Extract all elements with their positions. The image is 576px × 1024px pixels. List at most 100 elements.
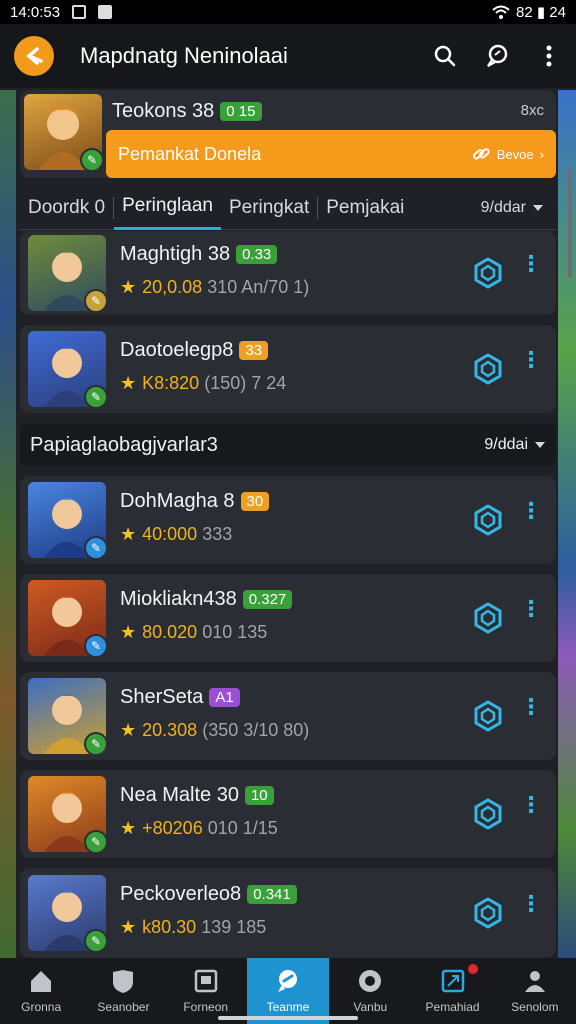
player-row[interactable]: ✎ DohMagha 8 30 ★ 40:000 333 ⋮ [20,476,556,564]
tab-label: Pemjakai [326,196,405,218]
status-time: 14:0:53 [10,3,61,21]
player-name-row: Maghtigh 38 0.33 [120,243,278,266]
player-row[interactable]: ✎ SherSeta A1 ★ 20.308 (350 3/10 80) ⋮ [20,672,556,760]
level-badge-icon: ✎ [84,929,106,951]
player-row[interactable]: ✎ Peckoverleo8 0.341 ★ k80.30 139 185 ⋮ [20,868,556,958]
player-points: 20,0.08 [142,277,203,297]
featured-avatar: ✎ [24,94,102,170]
hexagon-action-icon[interactable] [472,504,504,536]
kebab-menu-icon [546,45,552,67]
player-row[interactable]: ✎ Maghtigh 38 0.33 ★ 20,0.08 310 An/70 1) … [20,231,556,315]
hexagon-action-icon[interactable] [472,798,504,830]
player-avatar: ✎ [28,331,106,407]
nav-label: Forneon [183,1000,229,1014]
tab-bar: Doordk 0 Peringlaan Peringkat Pemjakai 9… [20,186,556,230]
profile-icon [524,971,545,992]
banner-action[interactable]: Bevoe › [471,144,544,164]
row-menu-button[interactable]: ⋮ [520,500,542,534]
player-avatar: ✎ [28,235,106,311]
row-menu-button[interactable]: ⋮ [520,253,542,287]
player-name: Peckoverleo8 [120,883,242,905]
nav-home[interactable]: Gronna [0,958,82,1024]
app-bar: Mapdnatg Neninolaai [0,24,576,88]
section-title: Papiaglaobagjvarlar3 [30,433,218,456]
tab-0[interactable]: Doordk 0 [20,186,113,230]
row-menu-button[interactable]: ⋮ [520,349,542,383]
featured-name-row: Teokons 38 0 15 [112,100,262,123]
hexagon-action-icon[interactable] [472,602,504,634]
player-row[interactable]: ✎ Miokliakn438 0.327 ★ 80.020 010 135 ⋮ [20,574,556,662]
row-menu-button[interactable]: ⋮ [520,696,542,730]
chevron-down-icon [535,442,545,448]
featured-card[interactable]: ✎ Teokons 38 0 15 8xc Pemankat Donela Bev… [20,90,556,178]
player-stats: ★ k80.30 139 185 [120,917,266,938]
leaderboard-content: ✎ Teokons 38 0 15 8xc Pemankat Donela Bev… [20,88,558,958]
player-points: 40:000 [142,524,198,544]
player-points: k80.30 [142,917,197,937]
player-stats: ★ +80206 010 1/15 [120,818,278,839]
hexagon-action-icon[interactable] [472,257,504,289]
nav-profile[interactable]: Senolom [494,958,576,1024]
level-badge-icon: ✎ [84,536,106,558]
chat-icon [487,44,508,67]
row-menu-button[interactable]: ⋮ [520,598,542,632]
row-menu-button[interactable]: ⋮ [520,794,542,828]
target-icon [359,970,382,992]
stats-icon [441,969,464,993]
notification-icon [98,5,113,19]
player-tag: 0.33 [236,245,278,265]
chevron-right-icon: › [539,146,544,162]
tab-2[interactable]: Peringkat [221,186,317,230]
player-points: 20.308 [142,720,198,740]
player-extra: 333 [202,524,233,544]
tab-label: Peringlaan [122,195,213,216]
sort-dropdown[interactable]: 9/ddar [481,199,556,217]
nav-board[interactable]: Forneon [165,958,247,1024]
hexagon-action-icon[interactable] [472,353,504,385]
player-name: SherSeta [120,686,204,708]
player-extra: (150) 7 24 [204,373,287,393]
search-icon [434,45,456,67]
hexagon-action-icon[interactable] [472,897,504,929]
player-avatar: ✎ [28,875,106,951]
player-row[interactable]: ✎ Daotoelegp8 33 ★ K8:820 (150) 7 24 ⋮ [20,325,556,413]
nav-target[interactable]: Vanbu [329,958,411,1024]
player-extra: 310 An/70 1) [207,277,310,297]
player-points: +80206 [142,818,203,838]
tab-1[interactable]: Peringlaan [114,186,221,230]
wrench-icon [277,970,297,992]
player-name: Daotoelegp8 [120,339,234,361]
player-name-row: SherSeta A1 [120,686,240,709]
more-options-button[interactable] [536,43,562,69]
back-button[interactable] [14,36,54,76]
screen: 14:0:53 82 ▮ 24 Mapdnatg Neninolaai ✎ Te… [0,0,576,1024]
player-row[interactable]: ✎ Nea Malte 30 10 ★ +80206 010 1/15 ⋮ [20,770,556,858]
player-name: DohMagha 8 [120,490,235,512]
scrollbar[interactable] [568,168,572,278]
tab-label: Doordk 0 [28,196,106,218]
star-icon: ★ [120,720,137,740]
gallery-icon [72,5,87,19]
row-menu-button[interactable]: ⋮ [520,893,542,927]
nav-rank[interactable]: Teanme [246,958,330,1024]
battery-text: 82 ▮ 24 [516,4,566,21]
section-sort-dropdown[interactable]: 9/ddai [484,436,546,454]
player-avatar: ✎ [28,678,106,754]
back-arrow-icon [26,47,43,65]
nav-stats[interactable]: Pemahiad [411,958,493,1024]
tab-3[interactable]: Pemjakai [318,186,412,230]
search-button[interactable] [432,43,458,69]
shield-icon [113,970,134,993]
chat-button[interactable] [484,43,510,69]
nav-shield[interactable]: Seanober [82,958,164,1024]
nav-label: Senolom [511,1000,559,1014]
player-stats: ★ K8:820 (150) 7 24 [120,373,286,394]
home-indicator [218,1016,358,1020]
player-extra: 010 135 [202,622,268,642]
star-icon: ★ [120,622,137,642]
section-sort-label: 9/ddai [484,436,528,453]
hexagon-action-icon[interactable] [472,700,504,732]
banner-text: Pemankat Donela [118,143,262,164]
featured-banner[interactable]: Pemankat Donela Bevoe › [106,130,556,178]
level-badge-icon: ✎ [84,634,106,656]
